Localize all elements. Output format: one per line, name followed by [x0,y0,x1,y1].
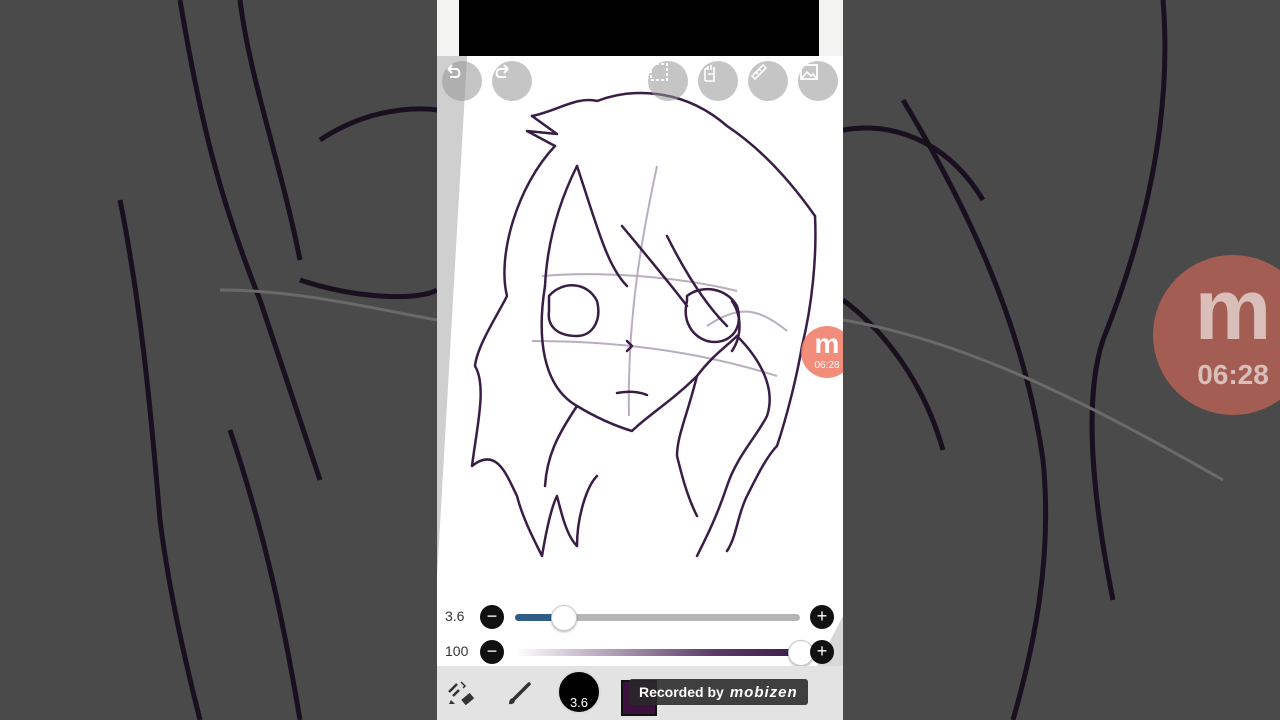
brush-tool-button[interactable] [503,678,535,715]
brush-size-indicator-label: 3.6 [569,695,589,710]
image-button[interactable] [798,61,838,101]
redo-button[interactable] [492,61,532,101]
background-left [0,0,437,720]
recorder-banner: Recorded by mobizen [629,679,808,705]
pen-eraser-icon [448,681,475,706]
opacity-track[interactable] [515,640,814,666]
recorder-logo: m [814,328,840,359]
recorder-timer: 06:28 [814,360,840,371]
opacity-decrease-button[interactable]: − [480,640,504,664]
opacity-value: 100 [445,643,469,659]
undo-icon [447,64,461,78]
brush-size-increase-button[interactable]: + [810,605,834,629]
drawing-canvas[interactable] [437,56,843,666]
ruler-button[interactable] [748,61,788,101]
brush-size-value: 3.6 [445,608,465,624]
brush-size-knob[interactable] [551,605,578,631]
canvas-drawing [437,56,843,666]
recorder-label: Recorded by [639,684,724,700]
brush-size-indicator[interactable]: 3.6 [557,670,601,714]
tool-switch-button[interactable] [445,678,477,715]
hand-icon [704,65,715,82]
opacity-increase-button[interactable]: + [810,640,834,664]
selection-icon [650,63,668,81]
background-right: m 06:28 [843,0,1280,720]
ruler-icon [750,63,768,81]
undo-button[interactable] [442,61,482,101]
recorder-brand: mobizen [729,684,798,701]
brush-size-track[interactable] [515,605,800,631]
brush-icon [509,682,531,705]
phone-screen: 3.6 − + 100 − + 3.6 Recorded by mobizen … [437,0,843,720]
hand-button[interactable] [698,61,738,101]
paper-sheet [437,56,843,666]
brush-size-decrease-button[interactable]: − [480,605,504,629]
selection-button[interactable] [648,61,688,101]
redo-icon [495,64,509,78]
brush-size-slider-row: 3.6 − + [437,602,843,632]
bottom-toolbar: 3.6 Recorded by mobizen [437,666,843,720]
opacity-slider-row: 100 − + [437,637,843,667]
image-icon [800,64,818,80]
background-sketch-left [117,0,437,720]
top-bar [459,0,819,56]
